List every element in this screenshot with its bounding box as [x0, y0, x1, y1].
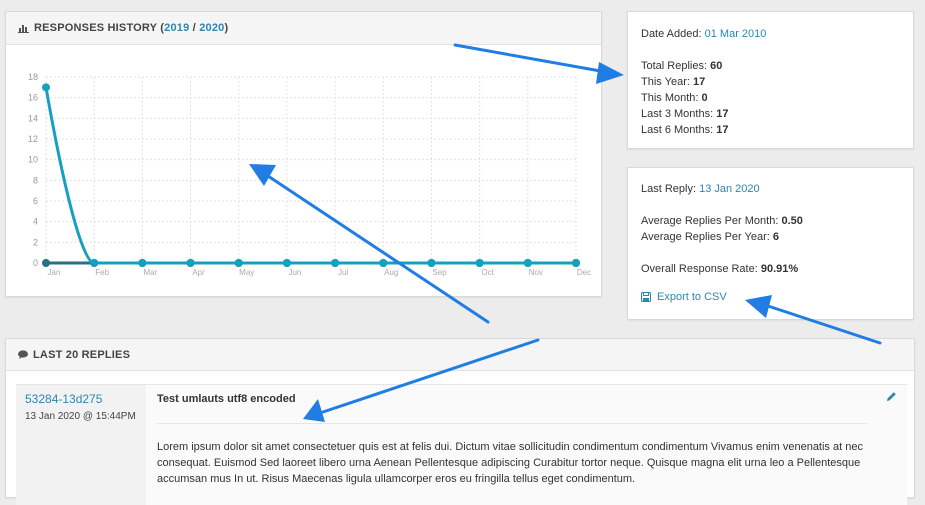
last-replies-panel: LAST 20 REPLIES 53284-13d275 13 Jan 2020… — [5, 338, 915, 505]
export-csv-label[interactable]: Export to CSV — [657, 291, 727, 303]
pencil-edit-icon[interactable] — [886, 391, 897, 402]
data-point — [427, 259, 436, 267]
y-tick-label: 8 — [33, 175, 38, 185]
last-reply-value: 13 Jan 2020 — [699, 183, 760, 195]
last-reply-label: Last Reply: — [641, 183, 697, 195]
x-tick-label: Jun — [288, 268, 301, 277]
reply-body: Lorem ipsum dolor sit amet consectetuer … — [157, 441, 863, 485]
last-3-months-row: Last 3 Months: 17 — [641, 106, 913, 122]
date-added-row: Date Added: 01 Mar 2010 — [641, 26, 913, 42]
x-tick-label: Aug — [384, 268, 398, 277]
last-reply-row: Last Reply: 13 Jan 2020 — [641, 181, 913, 197]
avg-per-year-value: 6 — [772, 231, 780, 243]
y-tick-label: 0 — [33, 258, 38, 268]
date-added-label: Date Added: — [641, 28, 702, 40]
y-tick-label: 4 — [33, 217, 38, 227]
this-month-row: This Month: 0 — [641, 90, 913, 106]
export-csv-button[interactable]: Export to CSV — [641, 291, 913, 303]
data-point — [90, 259, 99, 267]
response-rate-row: Overall Response Rate: 90.91% — [641, 261, 913, 277]
avg-per-month-row: Average Replies Per Month: 0.50 — [641, 213, 913, 229]
stats-panel: Date Added: 01 Mar 2010 Total Replies: 6… — [627, 11, 914, 149]
responses-history-panel: RESPONSES HISTORY (2019 / 2020) 0 2 4 6 8 10 1… — [5, 11, 602, 297]
avg-per-month-label: Average Replies Per Month: — [641, 215, 779, 227]
this-month-label: This Month: — [641, 92, 699, 104]
data-point — [138, 259, 147, 267]
last-3-months-value: 17 — [716, 108, 729, 120]
reply-stats-panel: Last Reply: 13 Jan 2020 Average Replies … — [627, 167, 914, 320]
year-separator: / — [189, 22, 200, 34]
data-point — [234, 259, 243, 267]
y-tick-label: 2 — [33, 237, 38, 247]
history-title-prefix: RESPONSES HISTORY ( — [34, 22, 165, 34]
data-point — [42, 83, 50, 92]
last-6-months-label: Last 6 Months: — [641, 124, 714, 136]
reply-id-link[interactable]: 53284-13d275 — [25, 392, 102, 406]
y-tick-label: 14 — [28, 113, 38, 123]
last-replies-title: LAST 20 REPLIES — [33, 348, 131, 361]
response-rate-label: Overall Response Rate: — [641, 263, 758, 275]
y-tick-label: 18 — [28, 72, 38, 82]
this-year-value: 17 — [692, 76, 706, 88]
data-point — [379, 259, 388, 267]
this-year-label: This Year: — [641, 76, 690, 88]
year-2020-link[interactable]: 2020 — [199, 22, 224, 34]
avg-per-year-label: Average Replies Per Year: — [641, 231, 770, 243]
x-tick-label: Nov — [529, 268, 543, 277]
data-point — [186, 259, 195, 267]
data-point — [523, 259, 532, 267]
x-tick-label: Mar — [143, 268, 157, 277]
comment-icon — [18, 350, 28, 359]
responses-line-chart: 0 2 4 6 8 10 12 14 16 18 Jan Feb Mar Apr May Jun Jul Aug S… — [28, 72, 591, 277]
reply-date: 13 Jan 2020 @ 15:44PM — [25, 411, 136, 422]
last-6-months-value: 17 — [716, 124, 729, 136]
date-added-value: 01 Mar 2010 — [704, 28, 767, 40]
x-tick-label: Sep — [432, 268, 447, 277]
total-replies-label: Total Replies: — [641, 60, 708, 72]
reply-divider — [157, 423, 867, 424]
this-year-row: This Year: 17 — [641, 74, 913, 90]
series-line — [44, 87, 576, 265]
response-rate-value: 90.91% — [760, 263, 799, 275]
x-tick-label: Jul — [338, 268, 348, 277]
data-point — [572, 259, 580, 267]
x-tick-label: Oct — [481, 268, 494, 277]
y-tick-label: 16 — [28, 93, 38, 103]
avg-per-month-value: 0.50 — [781, 215, 803, 227]
avg-per-year-row: Average Replies Per Year: 6 — [641, 229, 913, 245]
data-point — [282, 259, 291, 267]
x-tick-label: Jan — [48, 268, 61, 277]
reply-item: 53284-13d275 13 Jan 2020 @ 15:44PM Test … — [16, 384, 907, 505]
x-tick-label: Feb — [95, 268, 109, 277]
reply-subject: Test umlauts utf8 encoded — [157, 393, 296, 405]
total-replies-row: Total Replies: 60 — [641, 58, 913, 74]
x-tick-label: Apr — [192, 268, 205, 277]
last-6-months-row: Last 6 Months: 17 — [641, 122, 913, 138]
this-month-value: 0 — [701, 92, 708, 104]
y-tick-label: 6 — [33, 196, 38, 206]
responses-history-header: RESPONSES HISTORY (2019 / 2020) — [6, 12, 601, 45]
x-tick-label: May — [239, 268, 254, 277]
x-tick-label: Dec — [577, 268, 591, 277]
data-point — [475, 259, 484, 267]
history-title-suffix: ) — [224, 22, 229, 34]
y-tick-label: 10 — [28, 155, 38, 165]
last-3-months-label: Last 3 Months: — [641, 108, 714, 120]
y-tick-label: 12 — [28, 134, 38, 144]
bar-chart-icon — [18, 24, 29, 33]
last-replies-header: LAST 20 REPLIES — [6, 339, 914, 371]
data-point — [331, 259, 340, 267]
year-2019-link[interactable]: 2019 — [164, 22, 189, 34]
data-point — [42, 259, 50, 267]
total-replies-value: 60 — [710, 60, 723, 72]
save-icon — [641, 292, 651, 302]
